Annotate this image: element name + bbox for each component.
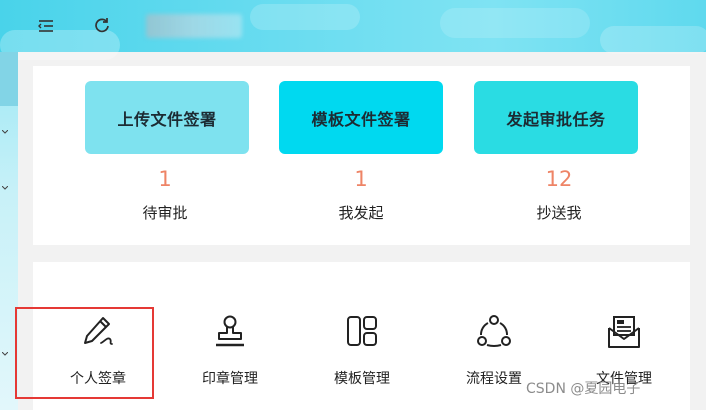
watermark: CSDN @夏园电子	[526, 381, 641, 397]
upload-file-sign-button[interactable]: 上传文件签署	[85, 81, 249, 154]
top-bar	[0, 0, 706, 60]
template-icon	[347, 316, 377, 346]
workflow-icon	[477, 315, 511, 347]
cc-count[interactable]: 12	[477, 167, 641, 191]
stamp-icon	[216, 315, 244, 347]
menu-fold-icon[interactable]	[38, 18, 54, 32]
pending-approval-count[interactable]: 1	[83, 167, 247, 191]
pending-approval-label: 待审批	[142, 204, 188, 222]
initiated-label: 我发起	[338, 204, 384, 222]
mail-file-icon	[608, 316, 640, 348]
quick-actions-card: 上传文件签署 模板文件签署 发起审批任务 1 1 12 待审批 我发起 抄送我	[33, 66, 690, 245]
tool-label: 印章管理	[202, 371, 258, 387]
page-title	[146, 14, 242, 38]
cc-label: 抄送我	[536, 204, 582, 222]
chevron-down-icon[interactable]	[2, 186, 8, 190]
tool-seal-management[interactable]: 印章管理	[165, 262, 295, 410]
chevron-down-icon[interactable]	[2, 130, 8, 134]
refresh-icon[interactable]	[94, 17, 110, 33]
tool-label: 模板管理	[334, 371, 390, 387]
chevron-down-icon[interactable]	[2, 352, 8, 356]
template-file-sign-button[interactable]: 模板文件签署	[279, 81, 443, 154]
tool-template-management[interactable]: 模板管理	[297, 262, 427, 410]
highlight-box	[15, 307, 154, 399]
start-approval-task-button[interactable]: 发起审批任务	[474, 81, 638, 154]
initiated-count[interactable]: 1	[279, 167, 443, 191]
